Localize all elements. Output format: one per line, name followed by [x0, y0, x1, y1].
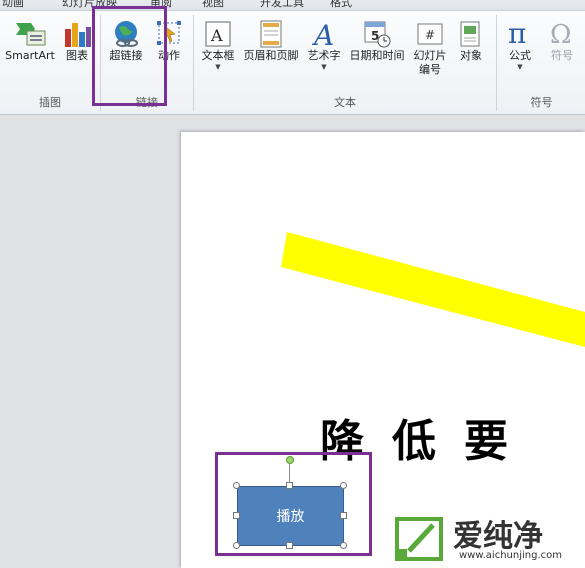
ribbon-insert: SmartArt 图表 插图 超链接 动作 链接 A 文本框 ▼ 页眉和页脚 A… [0, 11, 585, 115]
slide-number-button[interactable]: # 幻灯片 编号 [410, 19, 450, 77]
textbox-icon: A [205, 21, 231, 47]
chevron-down-icon: ▼ [321, 63, 327, 71]
symbol-button[interactable]: Ω 符号 [544, 17, 580, 63]
object-button[interactable]: 对象 [452, 19, 490, 63]
wordart-label: 艺术字 [307, 49, 341, 62]
pi-icon: π [508, 17, 526, 49]
textbox-label: 文本框 [201, 49, 235, 62]
wordart-button[interactable]: A 艺术字 ▼ [304, 19, 344, 71]
datetime-button[interactable]: 5 日期和时间 [345, 19, 409, 63]
highlight-box-hyperlink [92, 6, 167, 106]
datetime-label: 日期和时间 [349, 49, 405, 62]
textbox-button[interactable]: A 文本框 ▼ [197, 19, 239, 71]
svg-text:Ω: Ω [550, 20, 572, 49]
slide-number-label-line2: 编号 [419, 63, 441, 76]
smartart-button[interactable]: SmartArt [2, 19, 58, 63]
watermark-logo: 爱纯净 www.aichunjing.com [393, 513, 579, 565]
ribbon-tabs: 动画 幻灯片放映 审阅 视图 开发工具 格式 [0, 0, 585, 11]
equation-button[interactable]: π 公式 ▼ [500, 17, 540, 71]
slide-number-icon: # [417, 23, 443, 45]
svg-text:A: A [210, 26, 223, 45]
chevron-down-icon: ▼ [517, 63, 523, 71]
chart-label: 图表 [66, 49, 88, 62]
wordart-icon: A [311, 19, 334, 49]
smartart-label: SmartArt [5, 49, 55, 62]
calendar-clock-icon: 5 [364, 21, 391, 48]
group-divider [496, 15, 497, 111]
svg-text:π: π [508, 17, 526, 49]
watermark-brand: 爱纯净 [453, 519, 543, 554]
equation-label: 公式 [509, 49, 531, 62]
highlight-box-shape [215, 452, 372, 556]
header-footer-label: 页眉和页脚 [243, 49, 299, 62]
tab-developer[interactable]: 开发工具 [260, 0, 304, 10]
group-divider [193, 15, 194, 111]
chart-button[interactable]: 图表 [60, 19, 94, 63]
svg-text:#: # [425, 28, 435, 42]
group-label-text: 文本 [334, 96, 356, 109]
tab-animation[interactable]: 动画 [2, 0, 24, 10]
tab-view[interactable]: 视图 [202, 0, 224, 10]
header-footer-button[interactable]: 页眉和页脚 [240, 19, 302, 63]
watermark-url: www.aichunjing.com [459, 550, 562, 561]
chevron-down-icon: ▼ [215, 63, 221, 71]
omega-icon: Ω [550, 20, 572, 49]
smartart-icon [16, 23, 46, 46]
symbol-label: 符号 [551, 49, 573, 62]
object-label: 对象 [460, 49, 482, 62]
group-label-symbols: 符号 [530, 96, 553, 109]
object-icon [460, 21, 480, 47]
bar-chart-icon [65, 23, 91, 47]
slide-number-label-line1: 幻灯片 [413, 49, 447, 62]
header-footer-icon [260, 20, 282, 48]
tab-format[interactable]: 格式 [330, 0, 352, 10]
group-label-illustrations: 插图 [39, 96, 61, 109]
svg-text:A: A [311, 19, 334, 49]
